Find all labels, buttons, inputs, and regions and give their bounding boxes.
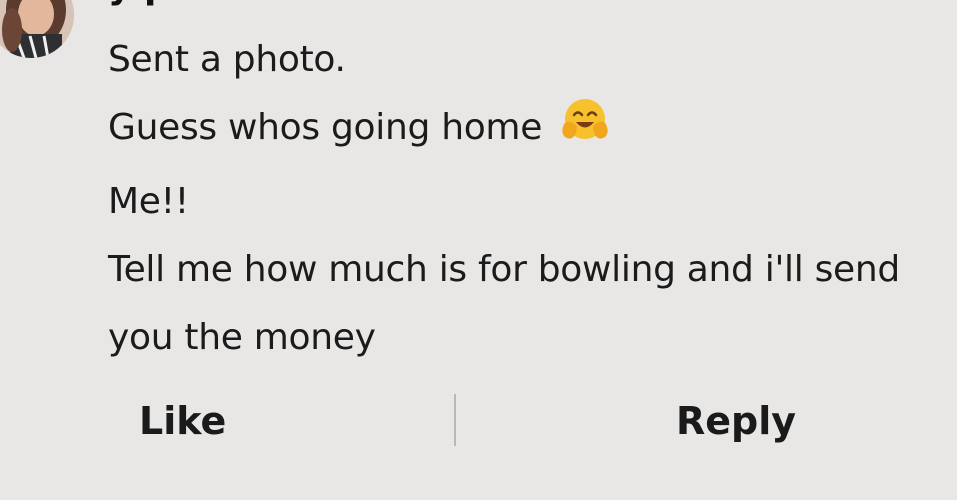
actions-divider	[454, 394, 456, 446]
avatar-photo-icon	[0, 0, 74, 58]
message-text-content: Sent a photo.	[108, 39, 346, 80]
message-text-content: Tell me how much is for bowling and i'll…	[108, 249, 900, 358]
like-button[interactable]: Like	[139, 388, 226, 454]
message-text[interactable]: Tell me how much is for bowling and i'll…	[108, 236, 908, 372]
message-text[interactable]: Guess whos going home	[108, 94, 938, 168]
message-text-content: Me!!	[108, 181, 189, 222]
message-text[interactable]: Sent a photo.	[108, 26, 938, 94]
message-text[interactable]: Me!!	[108, 168, 938, 236]
sender-avatar[interactable]	[0, 0, 74, 58]
sender-name: y p	[108, 0, 170, 7]
message-group: Sent a photo. Guess whos going home Me!!…	[108, 26, 938, 372]
hugging-face-emoji-icon	[559, 97, 611, 168]
message-actions-bar: Like Reply	[0, 388, 957, 454]
reply-button[interactable]: Reply	[676, 388, 796, 454]
message-text-content: Guess whos going home	[108, 107, 543, 148]
